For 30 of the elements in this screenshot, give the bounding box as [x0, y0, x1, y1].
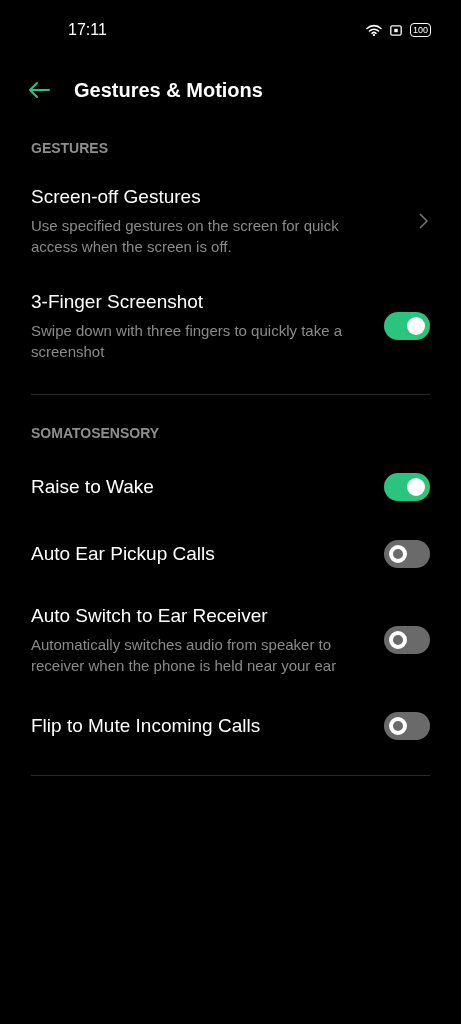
sim-card-icon — [389, 24, 402, 36]
section-header: GESTURES — [31, 140, 108, 156]
settings-row[interactable]: Raise to Wake — [0, 453, 461, 520]
setting-title: Screen-off Gestures — [31, 185, 202, 209]
page-title: Gestures & Motions — [74, 78, 263, 103]
settings-row[interactable]: Auto Switch to Ear Receiver Automatically switches audio from speaker to receiver when the phone is held near your ear — [0, 587, 461, 692]
setting-title: Flip to Mute Incoming Calls — [31, 713, 262, 738]
back-button[interactable] — [28, 79, 50, 101]
toggle-switch[interactable] — [384, 711, 430, 740]
toggle-switch[interactable] — [384, 625, 430, 654]
setting-title: 3-Finger Screenshot — [31, 290, 205, 314]
settings-row[interactable]: Screen-off Gestures Use specified gestures on the screen for quick access when the screen is off. — [0, 168, 461, 273]
toggle-switch[interactable] — [384, 472, 430, 501]
toggle-switch[interactable] — [384, 311, 430, 340]
setting-description: Automatically switches audio from speaker to receiver when the phone is held near your ear — [31, 635, 338, 676]
wifi-icon — [365, 24, 382, 36]
battery-indicator: 100 — [409, 23, 431, 37]
setting-title: Auto Ear Pickup Calls — [31, 541, 216, 566]
back-arrow-icon — [28, 82, 50, 98]
section-header: SOMATOSENSORY — [31, 425, 160, 441]
settings-row[interactable]: Auto Ear Pickup Calls — [0, 520, 461, 587]
toggle-switch[interactable] — [384, 539, 430, 568]
settings-row[interactable]: Flip to Mute Incoming Calls — [0, 692, 461, 759]
setting-description: Swipe down with three fingers to quickly take a screenshot — [31, 321, 343, 362]
chevron-right-icon — [419, 212, 428, 229]
status-time: 17:11 — [68, 20, 107, 40]
settings-row[interactable]: 3-Finger Screenshot Swipe down with three fingers to quickly take a screenshot — [0, 273, 461, 378]
setting-title: Raise to Wake — [31, 474, 155, 499]
setting-description: Use specified gestures on the screen for quick access when the screen is off. — [31, 216, 340, 257]
setting-title: Auto Switch to Ear Receiver — [31, 604, 269, 628]
